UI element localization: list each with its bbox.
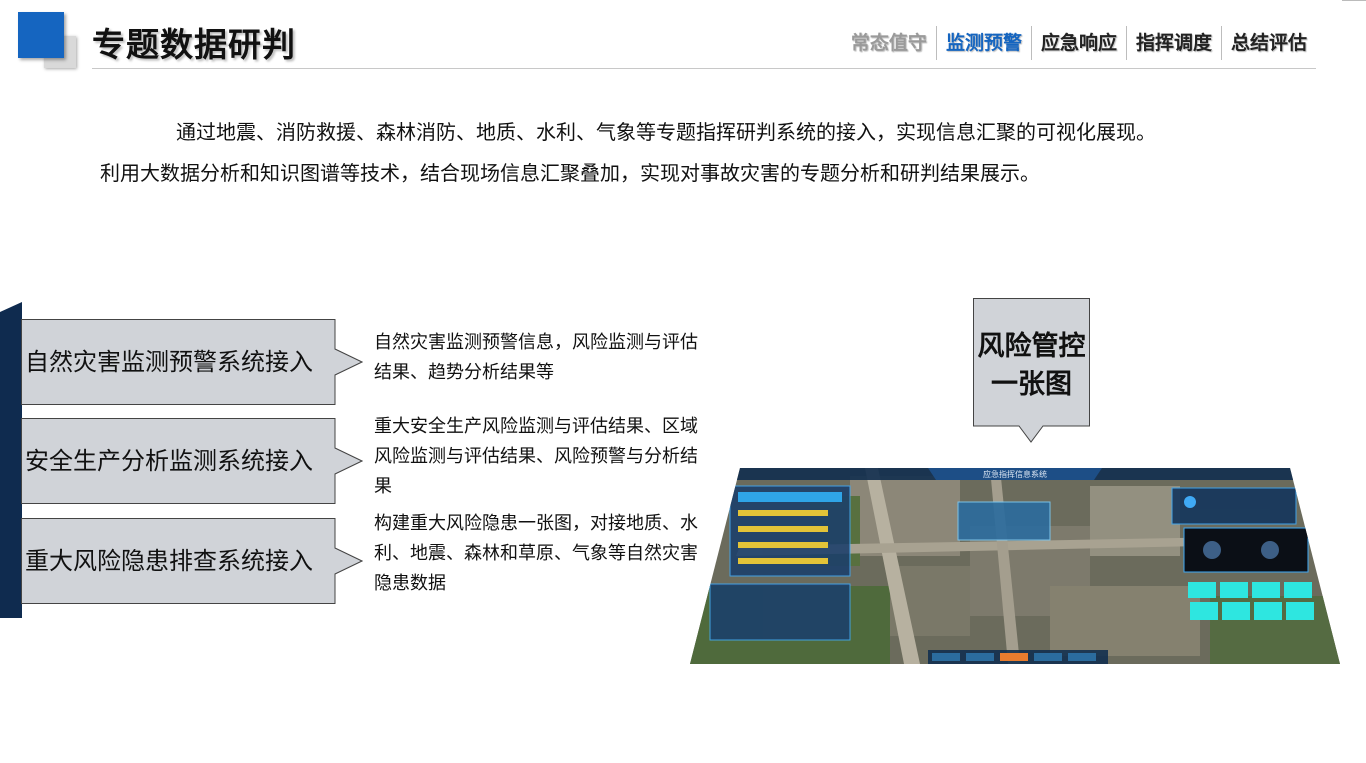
risk-map-callout: 风险管控 一张图 — [973, 298, 1090, 443]
system-label: 重大风险隐患排查系统接入 — [25, 547, 313, 575]
corner-line — [1342, 0, 1366, 1]
system-desc: 重大安全生产风险监测与评估结果、区域风险监测与评估结果、风险预警与分析结果 — [374, 416, 698, 497]
system-label: 安全生产分析监测系统接入 — [25, 447, 313, 475]
tab-summary-evaluation[interactable]: 总结评估 — [1220, 26, 1316, 60]
header-divider — [92, 68, 1316, 69]
tab-monitoring-warning[interactable]: 监测预警 — [935, 26, 1031, 60]
stage-tabs: 常态值守 监测预警 应急响应 指挥调度 总结评估 — [842, 26, 1316, 60]
callout-line-1: 风险管控 — [977, 331, 1086, 362]
system-item-major-risk: 重大风险隐患排查系统接入 — [21, 518, 363, 604]
risk-map-screenshot: 应急指挥信息系统 — [690, 466, 1340, 666]
system-desc: 构建重大风险隐患一张图，对接地质、水利、地震、森林和草原、气象等自然灾害隐患数据 — [374, 513, 698, 594]
page-title: 专题数据研判 — [92, 25, 296, 64]
left-bar-notch — [0, 302, 22, 312]
callout-text: 风险管控 一张图 — [973, 328, 1090, 404]
system-desc: 自然灾害监测预警信息，风险监测与评估结果、趋势分析结果等 — [374, 332, 698, 383]
callout-line-2: 一张图 — [991, 369, 1072, 400]
logo-square-front — [18, 12, 64, 58]
intro-paragraph: 通过地震、消防救援、森林消防、地质、水利、气象等专题指挥研判系统的接入，实现信息… — [100, 112, 1290, 194]
tab-command-dispatch[interactable]: 指挥调度 — [1125, 26, 1221, 60]
left-accent-bar — [0, 302, 22, 618]
intro-line-2: 利用大数据分析和知识图谱等技术，结合现场信息汇聚叠加，实现对事故灾害的专题分析和… — [100, 161, 1040, 185]
map-system-title: 应急指挥信息系统 — [983, 470, 1047, 479]
intro-line-1: 通过地震、消防救援、森林消防、地质、水利、气象等专题指挥研判系统的接入，实现信息… — [176, 120, 1156, 144]
system-item-natural-disaster: 自然灾害监测预警系统接入 — [21, 319, 363, 405]
tab-routine-duty[interactable]: 常态值守 — [842, 26, 936, 60]
system-label: 自然灾害监测预警系统接入 — [25, 348, 313, 376]
system-item-work-safety: 安全生产分析监测系统接入 — [21, 418, 363, 504]
tab-emergency-response[interactable]: 应急响应 — [1030, 26, 1126, 60]
satellite-map-image — [690, 468, 1340, 664]
